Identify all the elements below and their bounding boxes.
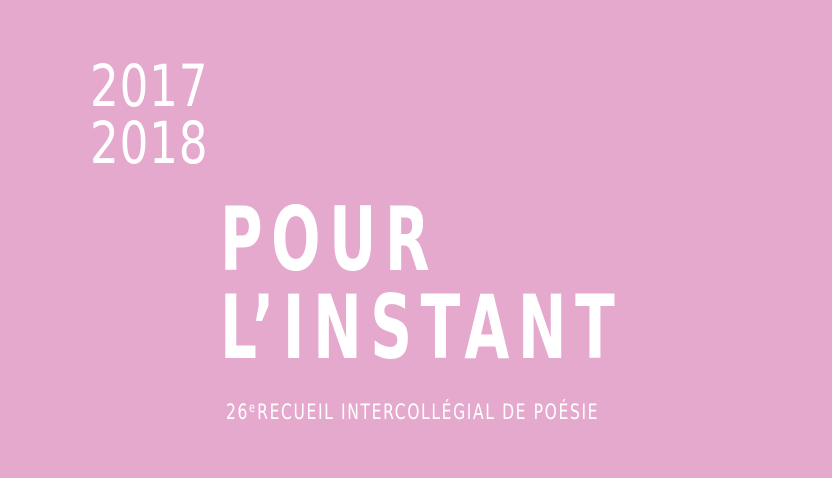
edition-superscript: e bbox=[249, 401, 255, 416]
subtitle-text: RECUEIL INTERCOLLÉGIAL DE POÉSIE bbox=[257, 400, 600, 424]
year-end: 2018 bbox=[90, 109, 209, 177]
year-range: 2017 2018 bbox=[90, 52, 209, 177]
title-line-2: L’INSTANT bbox=[220, 276, 624, 379]
title-line-1: POUR bbox=[220, 188, 439, 291]
subtitle: 26e RECUEIL INTERCOLLÉGIAL DE POÉSIE bbox=[226, 397, 599, 424]
year-start: 2017 bbox=[90, 52, 209, 120]
edition-number: 26 bbox=[226, 400, 250, 424]
main-title: POUR L’INSTANT bbox=[220, 196, 623, 372]
